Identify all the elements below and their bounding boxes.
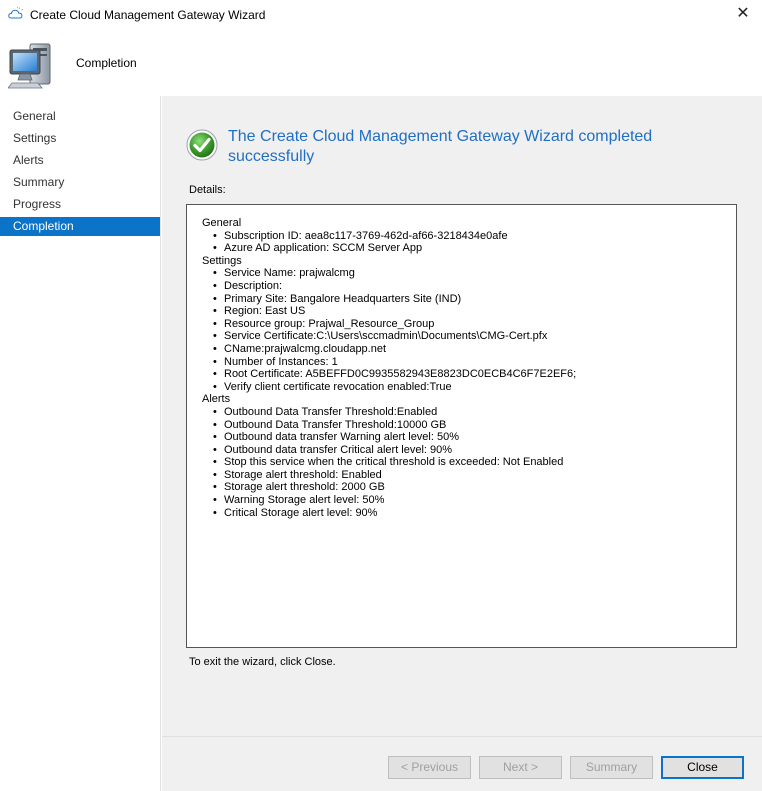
exit-hint: To exit the wizard, click Close.: [189, 656, 336, 668]
title-bar: Create Cloud Management Gateway Wizard ✕: [0, 0, 762, 30]
list-item: Storage alert threshold: 2000 GB: [202, 481, 721, 494]
list-item: Primary Site: Bangalore Headquarters Sit…: [202, 293, 721, 306]
details-section-settings: Settings: [202, 254, 242, 267]
summary-button[interactable]: Summary: [570, 756, 653, 779]
sidebar-item-alerts[interactable]: Alerts: [0, 151, 160, 170]
details-section-alerts: Alerts: [202, 393, 231, 406]
list-item: Description:: [202, 280, 721, 293]
list-item: Outbound Data Transfer Threshold:10000 G…: [202, 419, 721, 432]
general-list: Subscription ID: aea8c117-3769-462d-af66…: [202, 230, 721, 255]
next-button[interactable]: Next >: [479, 756, 562, 779]
sidebar-item-completion[interactable]: Completion: [0, 217, 160, 236]
list-item: Critical Storage alert level: 90%: [202, 507, 721, 520]
success-check-icon: [186, 129, 218, 161]
list-item: Azure AD application: SCCM Server App: [202, 242, 721, 255]
window-close-button[interactable]: ✕: [732, 4, 754, 26]
list-item: Service Certificate:C:\Users\sccmadmin\D…: [202, 330, 721, 343]
list-item: Region: East US: [202, 305, 721, 318]
list-item: Root Certificate: A5BEFFD0C9935582943E88…: [202, 368, 721, 381]
list-item: Stop this service when the critical thre…: [202, 456, 721, 469]
settings-list: Service Name: prajwalcmg Description: Pr…: [202, 267, 721, 393]
list-item: CName:prajwalcmg.cloudapp.net: [202, 343, 721, 356]
list-item: Outbound data transfer Warning alert lev…: [202, 431, 721, 444]
list-item: Service Name: prajwalcmg: [202, 267, 721, 280]
list-item: Resource group: Prajwal_Resource_Group: [202, 318, 721, 331]
list-item: Number of Instances: 1: [202, 356, 721, 369]
list-item: Outbound data transfer Critical alert le…: [202, 444, 721, 457]
sidebar-item-general[interactable]: General: [0, 107, 160, 126]
wizard-footer: < Previous Next > Summary Close: [162, 736, 762, 791]
previous-button[interactable]: < Previous: [388, 756, 471, 779]
list-item: Outbound Data Transfer Threshold:Enabled: [202, 406, 721, 419]
details-textbox[interactable]: General Subscription ID: aea8c117-3769-4…: [186, 204, 737, 648]
computer-icon: [8, 43, 51, 89]
close-button[interactable]: Close: [661, 756, 744, 779]
list-item: Verify client certificate revocation ena…: [202, 381, 721, 394]
sidebar-item-summary[interactable]: Summary: [0, 173, 160, 192]
wizard-header: Completion: [0, 30, 762, 96]
success-message: The Create Cloud Management Gateway Wiza…: [228, 128, 653, 165]
sidebar-item-settings[interactable]: Settings: [0, 129, 160, 148]
page-title: Completion: [76, 56, 137, 70]
wizard-steps-sidebar: General Settings Alerts Summary Progress…: [0, 96, 161, 791]
details-section-general: General: [202, 217, 242, 229]
main-content: The Create Cloud Management Gateway Wiza…: [162, 96, 762, 736]
window-title: Create Cloud Management Gateway Wizard: [30, 8, 266, 22]
cloud-icon: [8, 7, 24, 19]
list-item: Storage alert threshold: Enabled: [202, 469, 721, 482]
list-item: Subscription ID: aea8c117-3769-462d-af66…: [202, 230, 721, 243]
details-label: Details:: [189, 184, 226, 196]
sidebar-item-progress[interactable]: Progress: [0, 195, 160, 214]
alerts-list: Outbound Data Transfer Threshold:Enabled…: [202, 406, 721, 519]
list-item: Warning Storage alert level: 50%: [202, 494, 721, 507]
